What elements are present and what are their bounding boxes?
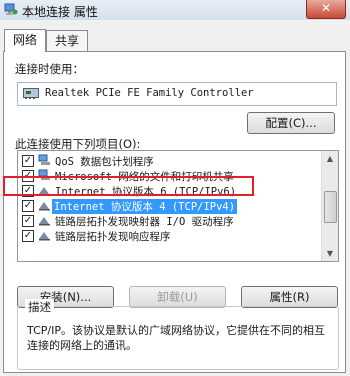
checkbox[interactable]: ✓: [22, 170, 34, 182]
protocol-icon: [39, 232, 50, 241]
scroll-thumb[interactable]: [324, 191, 337, 223]
tab-panel: 连接时使用： Realtek PCIe FE Family Controller…: [3, 51, 346, 373]
protocol-icon: [39, 187, 50, 196]
list-item-label: Microsoft 网络的文件和打印机共享: [55, 171, 234, 183]
connect-using-label: 连接时使用：: [15, 62, 84, 76]
list-item-label: 链路层拓扑发现响应程序: [55, 231, 171, 243]
adapter-field: Realtek PCIe FE Family Controller: [17, 82, 337, 106]
list-item[interactable]: ✓ Internet 协议版本 6 (TCP/IPv6): [18, 183, 318, 198]
title-bar: 本地连接 属性 ✕: [0, 0, 350, 20]
description-text: TCP/IP。该协议是默认的广域网络协议，它提供在不同的相互连接的网络上的通讯。: [27, 324, 325, 352]
network-connection-icon: [4, 3, 18, 15]
items-list[interactable]: ✓ QoS 数据包计划程序 ✓ Microsoft 网络的文件和打印机共享 ✓ …: [17, 150, 339, 262]
description-title: 描述: [25, 299, 54, 315]
list-item-label: QoS 数据包计划程序: [55, 156, 154, 168]
checkbox[interactable]: ✓: [22, 200, 34, 212]
network-adapter-icon: [23, 88, 39, 99]
uninstall-button[interactable]: 卸载(U): [129, 286, 226, 308]
configure-button[interactable]: 配置(C)...: [247, 112, 335, 134]
protocol-icon: [39, 202, 50, 211]
close-button[interactable]: ✕: [306, 0, 346, 19]
list-item-label: Internet 协议版本 4 (TCP/IPv4): [52, 199, 238, 214]
checkbox[interactable]: ✓: [22, 230, 34, 242]
list-item[interactable]: ✓ QoS 数据包计划程序: [18, 153, 318, 168]
scroll-down-icon[interactable]: ▼: [322, 246, 338, 261]
list-item-selected[interactable]: ✓ Internet 协议版本 4 (TCP/IPv4): [18, 198, 318, 214]
scroll-up-icon[interactable]: ▲: [322, 151, 338, 166]
list-scrollbar[interactable]: ▲ ▼: [321, 151, 338, 261]
properties-button[interactable]: 属性(R): [241, 286, 338, 308]
list-item-label: Internet 协议版本 6 (TCP/IPv6): [55, 186, 237, 198]
description-group: 描述 TCP/IP。该协议是默认的广域网络协议，它提供在不同的相互连接的网络上的…: [17, 299, 339, 370]
list-item-label: 链路层拓扑发现映射器 I/O 驱动程序: [55, 216, 234, 228]
tab-network[interactable]: 网络: [4, 29, 46, 52]
network-client-icon: [38, 169, 50, 180]
checkbox[interactable]: ✓: [22, 185, 34, 197]
list-item[interactable]: ✓ 链路层拓扑发现响应程序: [18, 228, 318, 243]
window-title: 本地连接 属性: [22, 5, 98, 19]
protocol-icon: [39, 217, 50, 226]
adapter-name: Realtek PCIe FE Family Controller: [45, 87, 254, 99]
list-item[interactable]: ✓ 链路层拓扑发现映射器 I/O 驱动程序: [18, 213, 318, 228]
checkbox[interactable]: ✓: [22, 215, 34, 227]
tab-sharing[interactable]: 共享: [46, 30, 88, 51]
network-client-icon: [38, 154, 50, 165]
list-item[interactable]: ✓ Microsoft 网络的文件和打印机共享: [18, 168, 318, 183]
checkbox[interactable]: ✓: [22, 155, 34, 167]
